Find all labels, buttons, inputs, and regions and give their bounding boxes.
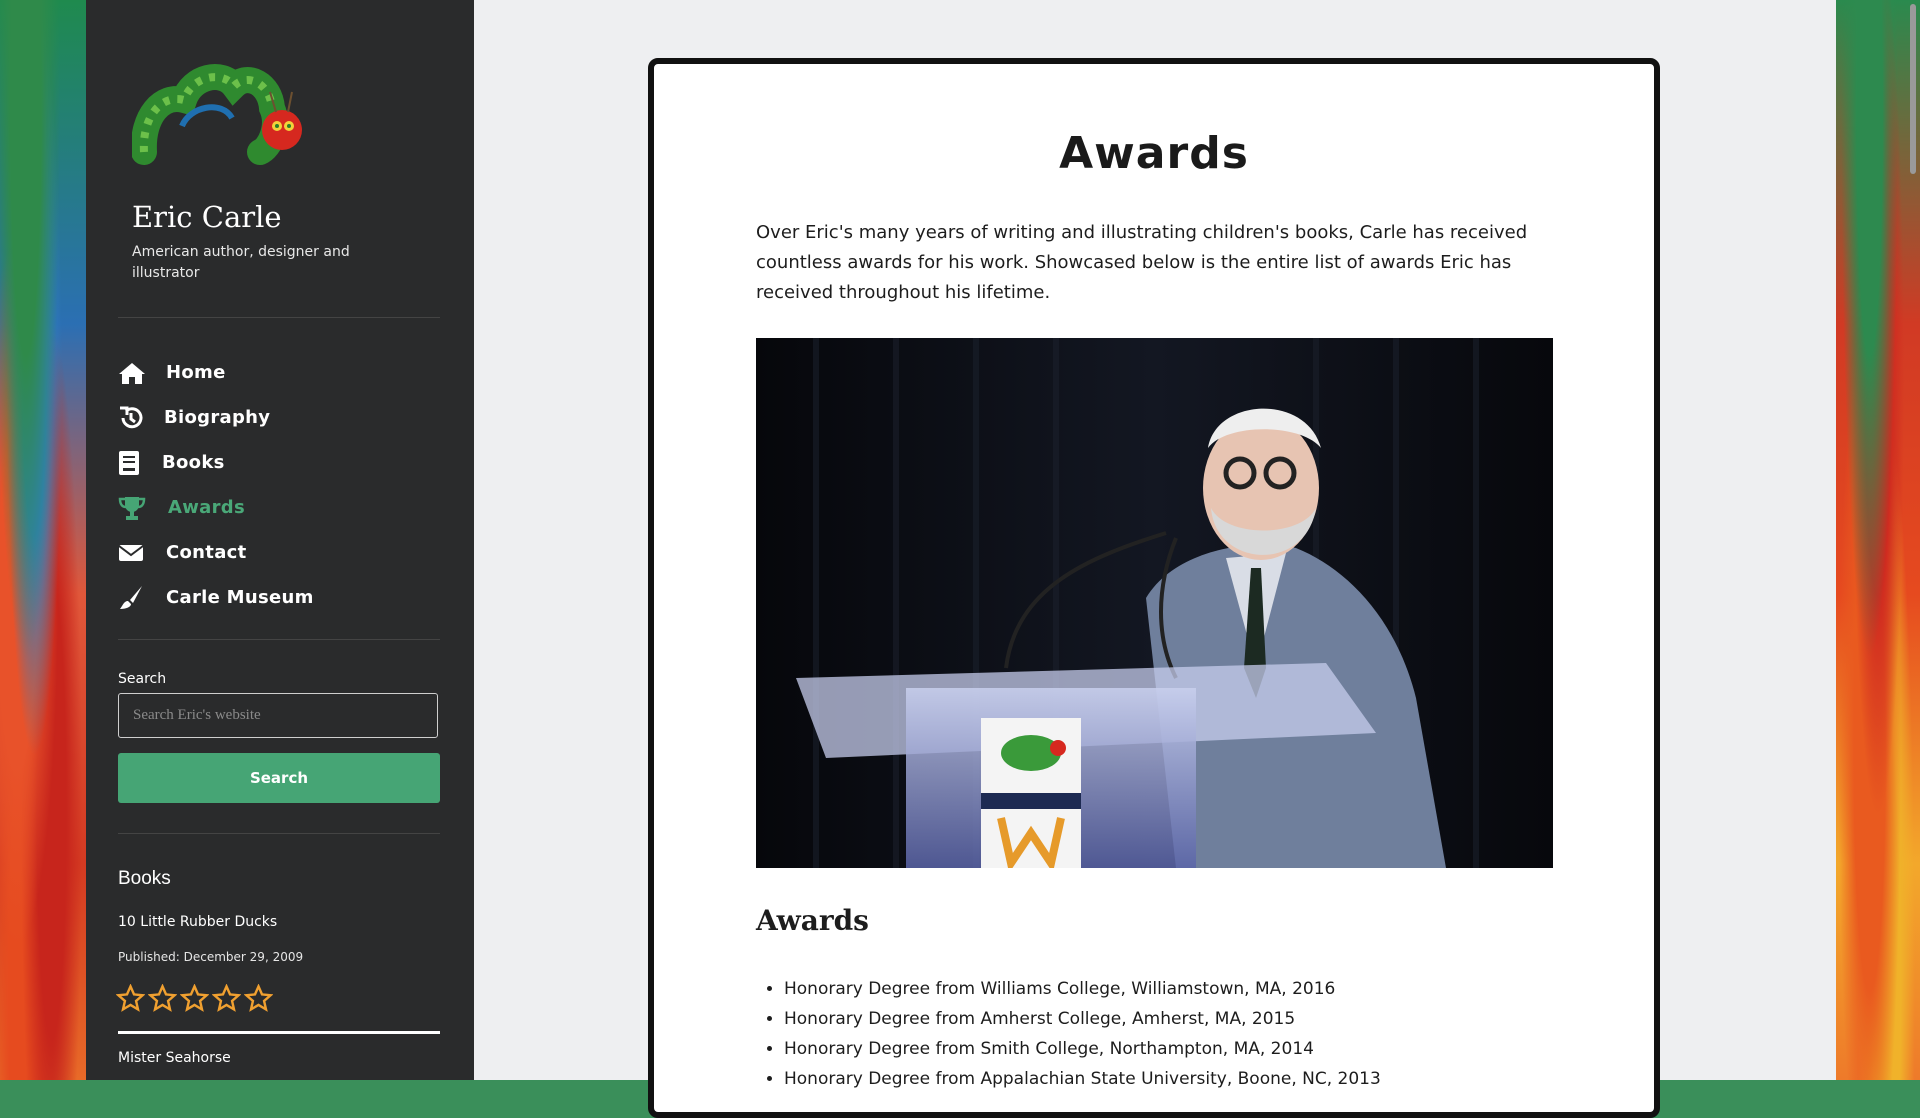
search-input[interactable]	[118, 693, 438, 738]
star-icon[interactable]	[244, 984, 273, 1013]
nav-label-home: Home	[166, 362, 226, 383]
nav-item-books[interactable]: Books	[118, 440, 440, 485]
sidebar-divider	[118, 317, 440, 318]
star-icon[interactable]	[116, 984, 145, 1013]
books-widget-separator	[118, 1031, 440, 1034]
search-button[interactable]: Search	[118, 753, 440, 803]
list-item: Honorary Degree from Amherst College, Am…	[784, 1004, 1604, 1034]
site-tagline: American author, designer and illustrato…	[132, 244, 350, 281]
nav-item-biography[interactable]: Biography	[118, 395, 440, 440]
eric-carle-photo	[756, 338, 1553, 868]
nav-item-contact[interactable]: Contact	[118, 530, 440, 575]
content-card: Awards Over Eric's many years of writing…	[648, 58, 1660, 1118]
list-item: Honorary Degree from Appalachian State U…	[784, 1064, 1604, 1094]
star-rating[interactable]	[116, 984, 273, 1013]
main-nav: Home Biography Books Awards Contact Carl…	[118, 350, 440, 620]
home-icon	[118, 360, 148, 386]
star-icon[interactable]	[148, 984, 177, 1013]
nav-label-books: Books	[162, 452, 225, 473]
page-title: Awards	[1059, 128, 1249, 179]
scrollbar-thumb[interactable]	[1910, 4, 1916, 174]
list-item: Honorary Degree from Williams College, W…	[784, 974, 1604, 1004]
star-icon[interactable]	[180, 984, 209, 1013]
star-icon[interactable]	[212, 984, 241, 1013]
nav-item-home[interactable]: Home	[118, 350, 440, 395]
caterpillar-logo[interactable]	[130, 56, 302, 170]
intro-paragraph: Over Eric's many years of writing and il…	[756, 222, 1528, 303]
sidebar: Eric Carle American author, designer and…	[86, 0, 474, 1080]
site-title[interactable]: Eric Carle	[132, 200, 282, 234]
book-title-link[interactable]: Mister Seahorse	[118, 1050, 231, 1066]
awards-list: Honorary Degree from Williams College, W…	[754, 974, 1604, 1094]
list-item: Honorary Degree from Smith College, Nort…	[784, 1034, 1604, 1064]
book-published-date: Published: December 29, 2009	[118, 950, 304, 964]
nav-item-carle-museum[interactable]: Carle Museum	[118, 575, 440, 620]
nav-label-carle-museum: Carle Museum	[166, 587, 314, 608]
nav-label-contact: Contact	[166, 542, 247, 563]
paintbrush-icon	[118, 585, 148, 611]
book-title-link[interactable]: 10 Little Rubber Ducks	[118, 914, 277, 930]
nav-label-biography: Biography	[164, 407, 271, 428]
section-title-awards: Awards	[756, 904, 869, 937]
nav-label-awards: Awards	[168, 497, 245, 518]
history-icon	[118, 405, 148, 431]
envelope-icon	[118, 540, 148, 566]
book-icon	[118, 450, 148, 476]
nav-item-awards[interactable]: Awards	[118, 485, 440, 530]
background-art-left	[0, 0, 86, 1080]
search-label: Search	[118, 671, 167, 687]
books-widget-title: Books	[118, 868, 171, 889]
sidebar-divider	[118, 833, 440, 834]
sidebar-divider	[118, 639, 440, 640]
trophy-icon	[118, 495, 148, 521]
